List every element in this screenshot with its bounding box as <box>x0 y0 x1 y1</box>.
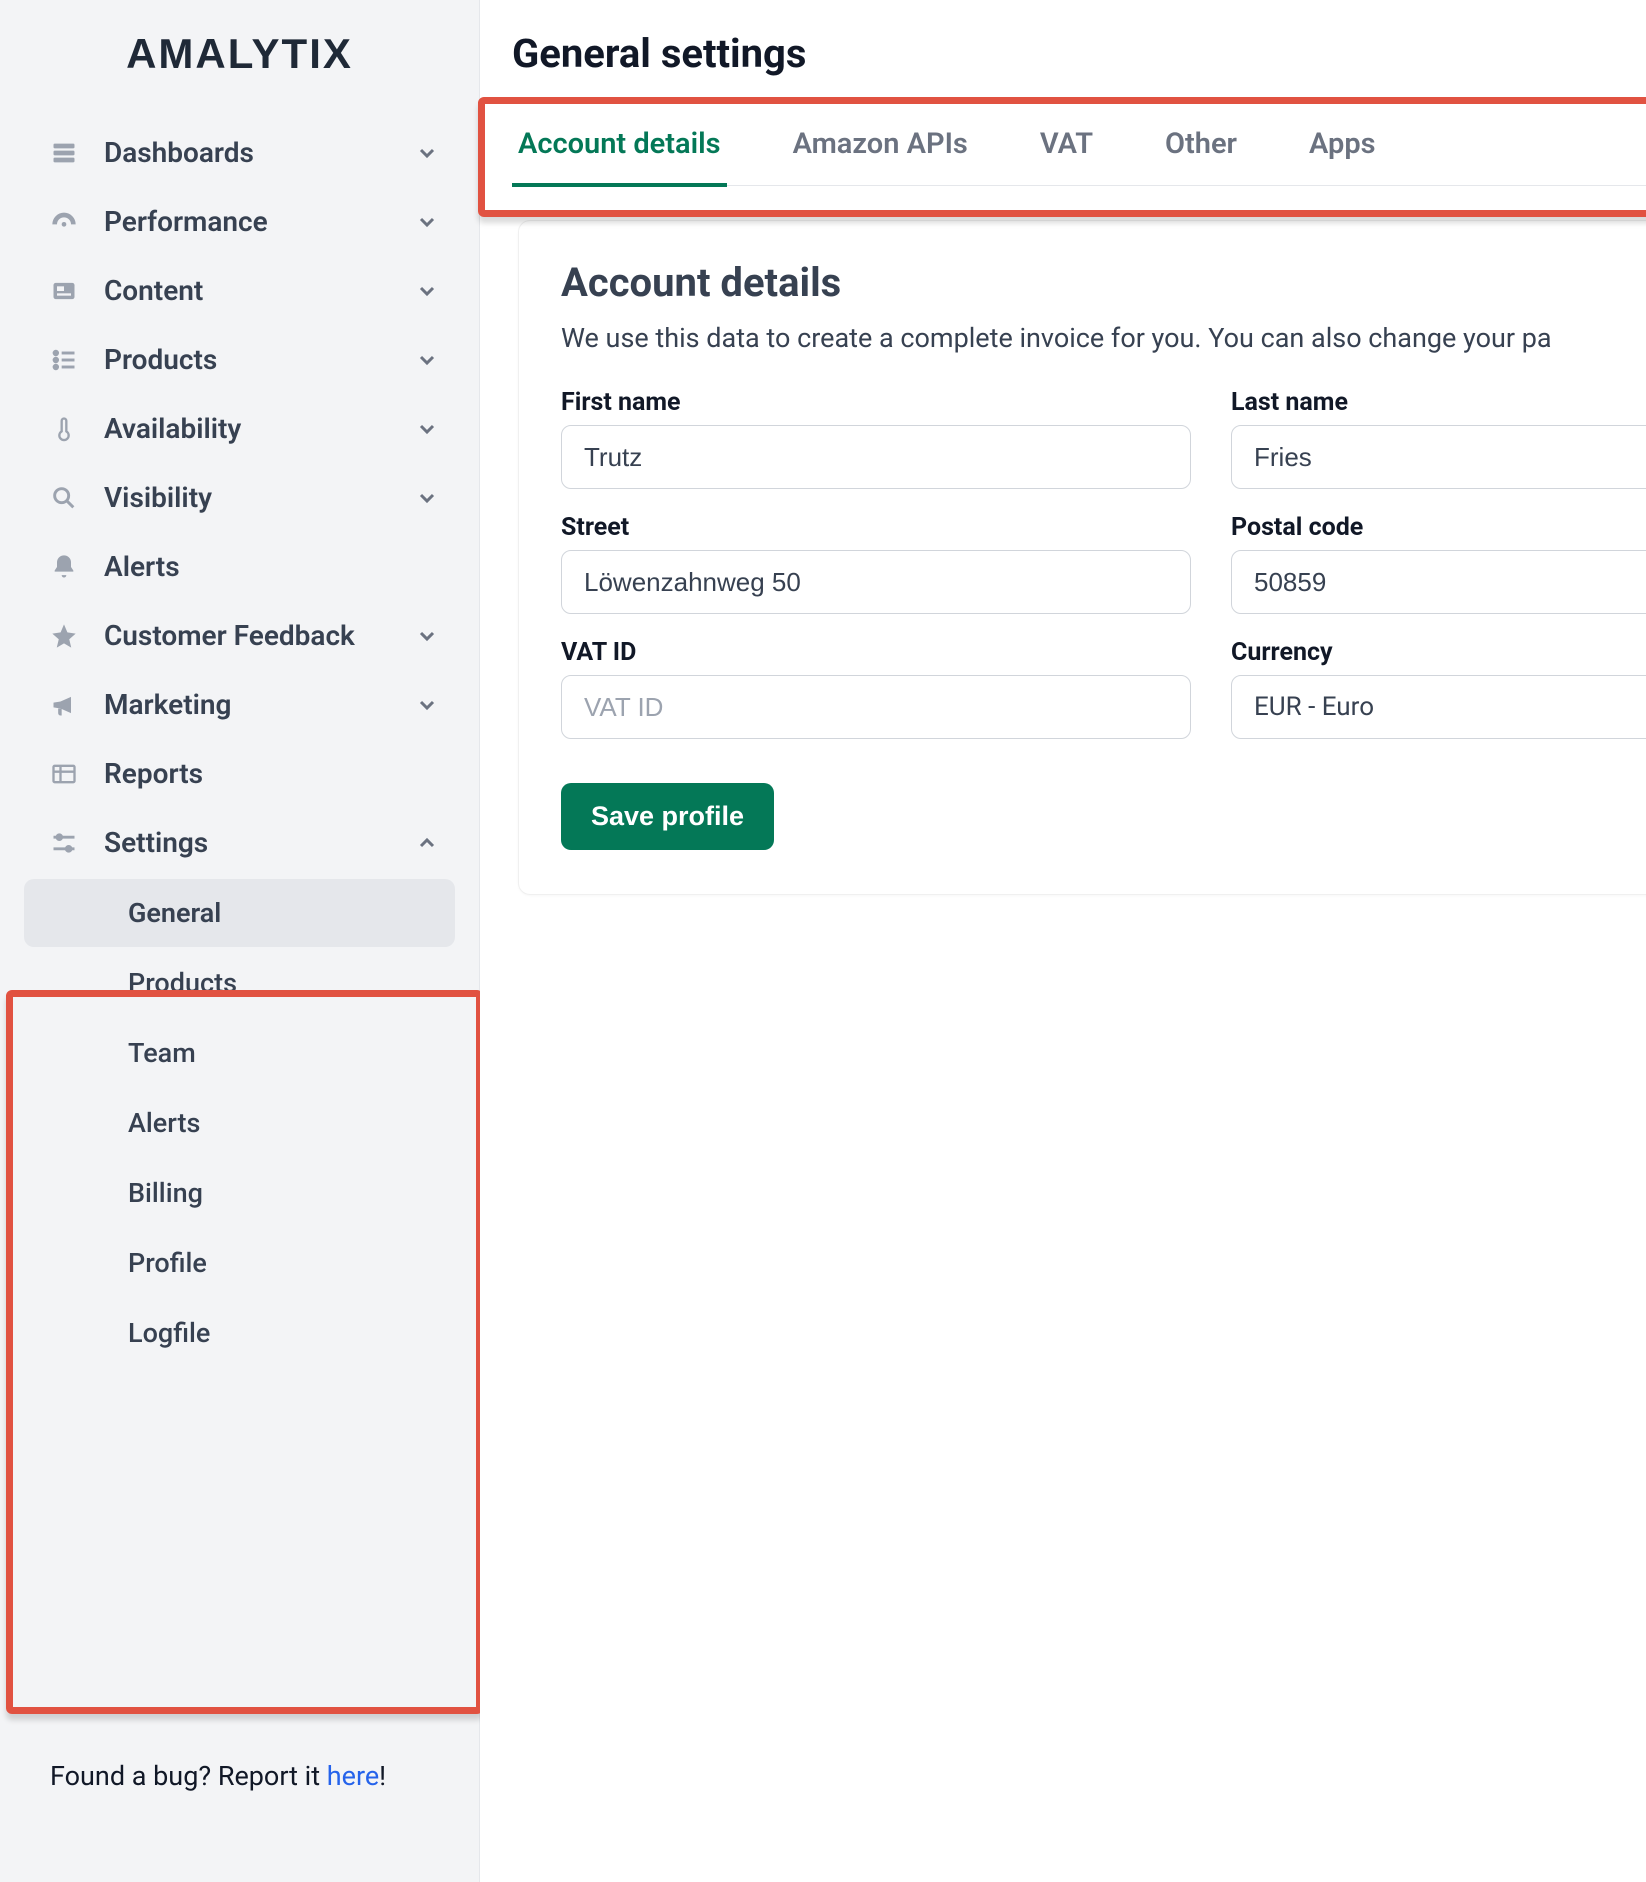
sidebar-item-label: Reports <box>104 757 203 790</box>
sidebar-item-label: Settings <box>104 826 208 859</box>
card-description: We use this data to create a complete in… <box>561 322 1646 354</box>
chevron-down-icon <box>415 141 439 165</box>
sidebar-item-label: Visibility <box>104 481 212 514</box>
bug-report-link[interactable]: here <box>327 1760 379 1792</box>
brand-logo: AMALYTIX <box>0 30 479 78</box>
tab-amazon-apis[interactable]: Amazon APIs <box>787 113 974 187</box>
field-first-name: First name <box>561 388 1191 489</box>
table-icon <box>48 758 80 790</box>
sidebar-item-label: Marketing <box>104 688 231 721</box>
sidebar-item-customer-feedback[interactable]: Customer Feedback <box>0 601 479 670</box>
currency-value: EUR - Euro <box>1254 692 1374 722</box>
sidebar-nav: Dashboards Performance Content <box>0 118 479 1369</box>
street-input[interactable] <box>561 550 1191 614</box>
chevron-down-icon <box>415 417 439 441</box>
search-icon <box>48 482 80 514</box>
sidebar-item-alerts[interactable]: Alerts <box>0 532 479 601</box>
field-street: Street <box>561 513 1191 614</box>
tab-account-details[interactable]: Account details <box>512 113 727 187</box>
bug-prefix: Found a bug? Report it <box>50 1760 327 1792</box>
bell-icon <box>48 551 80 583</box>
list-icon <box>48 344 80 376</box>
tab-vat[interactable]: VAT <box>1034 113 1099 187</box>
settings-tabs: Account details Amazon APIs VAT Other Ap… <box>512 113 1646 186</box>
main-content: General settings Account details Amazon … <box>480 0 1646 1882</box>
sliders-icon <box>48 827 80 859</box>
sidebar-item-label: Alerts <box>104 550 180 583</box>
sidebar-sub-team[interactable]: Team <box>24 1019 455 1087</box>
sidebar-sub-alerts[interactable]: Alerts <box>24 1089 455 1157</box>
tab-apps[interactable]: Apps <box>1303 113 1382 187</box>
bug-suffix: ! <box>379 1760 386 1792</box>
chevron-down-icon <box>415 486 439 510</box>
sidebar-sub-label: General <box>128 897 221 929</box>
field-last-name: Last name <box>1231 388 1646 489</box>
sidebar-sub-label: Billing <box>128 1177 203 1209</box>
gauge-icon <box>48 206 80 238</box>
sidebar-sub-label: Products <box>128 967 237 999</box>
sidebar: AMALYTIX Dashboards Performance <box>0 0 480 1882</box>
sidebar-sub-general[interactable]: General <box>24 879 455 947</box>
dashboard-icon <box>48 137 80 169</box>
last-name-input[interactable] <box>1231 425 1646 489</box>
currency-label: Currency <box>1231 638 1646 667</box>
field-vat-id: VAT ID <box>561 638 1191 739</box>
first-name-label: First name <box>561 388 1191 417</box>
field-postal-code: Postal code <box>1231 513 1646 614</box>
sidebar-sub-label: Logfile <box>128 1317 210 1349</box>
sidebar-item-marketing[interactable]: Marketing <box>0 670 479 739</box>
sidebar-sub-billing[interactable]: Billing <box>24 1159 455 1227</box>
sidebar-item-visibility[interactable]: Visibility <box>0 463 479 532</box>
chevron-up-icon <box>415 831 439 855</box>
sidebar-item-products[interactable]: Products <box>0 325 479 394</box>
sidebar-sub-label: Team <box>128 1037 196 1069</box>
star-icon <box>48 620 80 652</box>
sidebar-item-label: Availability <box>104 412 241 445</box>
page-title: General settings <box>512 30 1646 77</box>
postal-code-label: Postal code <box>1231 513 1646 542</box>
chevron-down-icon <box>415 210 439 234</box>
card-title: Account details <box>561 259 1646 306</box>
content-icon <box>48 275 80 307</box>
sidebar-item-label: Dashboards <box>104 136 254 169</box>
save-profile-button[interactable]: Save profile <box>561 783 774 850</box>
postal-code-input[interactable] <box>1231 550 1646 614</box>
sidebar-item-label: Content <box>104 274 203 307</box>
sidebar-sub-profile[interactable]: Profile <box>24 1229 455 1297</box>
account-details-card: Account details We use this data to crea… <box>518 220 1646 895</box>
bug-report-line: Found a bug? Report it here! <box>0 1720 479 1882</box>
sidebar-sub-logfile[interactable]: Logfile <box>24 1299 455 1367</box>
settings-submenu: General Products Team Alerts Billing Pro… <box>0 879 479 1367</box>
field-currency: Currency EUR - Euro <box>1231 638 1646 739</box>
thermometer-icon <box>48 413 80 445</box>
sidebar-item-label: Products <box>104 343 217 376</box>
sidebar-item-reports[interactable]: Reports <box>0 739 479 808</box>
last-name-label: Last name <box>1231 388 1646 417</box>
megaphone-icon <box>48 689 80 721</box>
form-grid: First name Last name Street Postal code … <box>561 388 1646 739</box>
sidebar-item-availability[interactable]: Availability <box>0 394 479 463</box>
currency-select[interactable]: EUR - Euro <box>1231 675 1646 739</box>
sidebar-item-settings[interactable]: Settings <box>0 808 479 877</box>
sidebar-sub-products[interactable]: Products <box>24 949 455 1017</box>
sidebar-item-label: Customer Feedback <box>104 619 355 652</box>
chevron-down-icon <box>415 279 439 303</box>
sidebar-item-label: Performance <box>104 205 268 238</box>
vat-id-input[interactable] <box>561 675 1191 739</box>
first-name-input[interactable] <box>561 425 1191 489</box>
sidebar-item-performance[interactable]: Performance <box>0 187 479 256</box>
street-label: Street <box>561 513 1191 542</box>
chevron-down-icon <box>415 624 439 648</box>
sidebar-sub-label: Alerts <box>128 1107 200 1139</box>
chevron-down-icon <box>415 348 439 372</box>
sidebar-sub-label: Profile <box>128 1247 207 1279</box>
tab-other[interactable]: Other <box>1159 113 1243 187</box>
sidebar-item-dashboards[interactable]: Dashboards <box>0 118 479 187</box>
chevron-down-icon <box>415 693 439 717</box>
vat-id-label: VAT ID <box>561 638 1191 667</box>
sidebar-item-content[interactable]: Content <box>0 256 479 325</box>
